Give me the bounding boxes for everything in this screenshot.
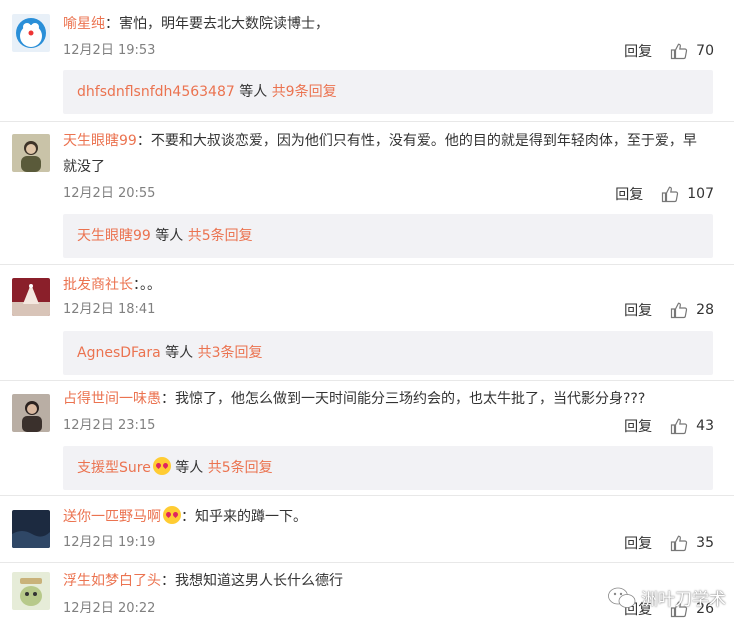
- comment-username[interactable]: 送你一匹野马啊: [63, 509, 161, 525]
- total-replies-link[interactable]: 共3条回复: [198, 345, 263, 361]
- divider: [0, 495, 734, 496]
- sub-reply-text: 等人: [234, 84, 272, 100]
- avatar[interactable]: [12, 14, 50, 52]
- divider: [0, 562, 734, 563]
- total-replies-link[interactable]: 共9条回复: [272, 84, 337, 100]
- comment-timestamp: 12月2日 19:53: [63, 43, 156, 58]
- avatar[interactable]: [12, 510, 50, 548]
- comment-timestamp: 12月2日 20:55: [63, 186, 156, 201]
- reply-button[interactable]: 回复: [624, 300, 652, 320]
- comment-username[interactable]: 占得世间一味愚: [63, 391, 161, 407]
- comment-text: 占得世间一味愚：我惊了，他怎么做到一天时间能分三场约会的，也太牛批了，当代影分身…: [63, 386, 720, 412]
- comment-text: 批发商社长：。。: [63, 272, 720, 298]
- sub-replies-box[interactable]: 支援型Sure 等人 共5条回复: [63, 446, 713, 490]
- total-replies-link[interactable]: 共5条回复: [208, 460, 273, 476]
- sub-reply-username[interactable]: 支援型Sure: [77, 460, 151, 476]
- comment-body: ：。。: [133, 277, 161, 293]
- thumbs-up-icon[interactable]: [661, 185, 679, 203]
- sub-reply-text: 等人: [160, 345, 198, 361]
- comment-timestamp: 12月2日 19:19: [63, 535, 156, 550]
- comment-timestamp: 12月2日 23:15: [63, 418, 156, 433]
- comment-username[interactable]: 天生眼瞎99: [63, 133, 137, 149]
- comment-body: ：害怕，明年要去北大数院读博士，: [105, 16, 329, 32]
- comment-body: ：我惊了，他怎么做到一天时间能分三场约会的，也太牛批了，当代影分身???: [161, 391, 646, 407]
- like-count: 107: [687, 186, 714, 202]
- like-count: 70: [696, 43, 714, 59]
- watermark: 洲叶刀学术: [607, 585, 726, 610]
- sub-replies-box[interactable]: AgnesDFara 等人 共3条回复: [63, 331, 713, 375]
- comment-body: ：知乎来的蹲一下。: [181, 509, 307, 525]
- reply-button[interactable]: 回复: [624, 533, 652, 553]
- like-count: 28: [696, 302, 714, 318]
- avatar[interactable]: [12, 278, 50, 316]
- comment-timestamp: 12月2日 20:22: [63, 601, 156, 616]
- comment-text: 喻星纯：害怕，明年要去北大数院读博士，: [63, 11, 720, 37]
- divider: [0, 121, 734, 122]
- comment-actions: 回复 35: [624, 533, 714, 553]
- comment-body: ：不要和大叔谈恋爱，因为他们只有性，没有爱。他的目的就是得到年轻肉体，至于爱，早…: [63, 133, 697, 175]
- thumbs-up-icon[interactable]: [670, 301, 688, 319]
- divider: [0, 380, 734, 381]
- like-count: 43: [696, 418, 714, 434]
- comment-actions: 回复 43: [624, 416, 714, 436]
- avatar[interactable]: [12, 572, 50, 610]
- thumbs-up-icon[interactable]: [670, 417, 688, 435]
- heart-eyes-emoji-icon: [152, 457, 171, 475]
- wechat-icon: [607, 586, 637, 610]
- thumbs-up-icon[interactable]: [670, 534, 688, 552]
- sub-reply-username[interactable]: AgnesDFara: [77, 345, 161, 361]
- avatar[interactable]: [12, 134, 50, 172]
- thumbs-up-icon[interactable]: [670, 42, 688, 60]
- heart-eyes-emoji-icon: [163, 506, 181, 524]
- sub-reply-username[interactable]: 天生眼瞎99: [77, 228, 151, 244]
- comment-actions: 回复 70: [624, 41, 714, 61]
- reply-button[interactable]: 回复: [624, 41, 652, 61]
- sub-replies-box[interactable]: 天生眼瞎99 等人 共5条回复: [63, 214, 713, 258]
- comment-body: ：我想知道这男人长什么德行: [161, 573, 343, 589]
- comment-actions: 回复 28: [624, 300, 714, 320]
- like-count: 35: [696, 535, 714, 551]
- total-replies-link[interactable]: 共5条回复: [188, 228, 253, 244]
- reply-button[interactable]: 回复: [615, 184, 643, 204]
- sub-reply-text: 等人: [170, 460, 208, 476]
- comment-timestamp: 12月2日 18:41: [63, 302, 156, 317]
- sub-reply-text: 等人: [150, 228, 188, 244]
- comment-username[interactable]: 浮生如梦白了头: [63, 573, 161, 589]
- comment-username[interactable]: 批发商社长: [63, 277, 133, 293]
- comment-actions: 回复 107: [615, 184, 714, 204]
- divider: [0, 264, 734, 265]
- avatar[interactable]: [12, 394, 50, 432]
- watermark-text: 洲叶刀学术: [641, 590, 726, 610]
- sub-replies-box[interactable]: dhfsdnflsnfdh4563487 等人 共9条回复: [63, 70, 713, 114]
- comment-text: 天生眼瞎99：不要和大叔谈恋爱，因为他们只有性，没有爱。他的目的就是得到年轻肉体…: [63, 128, 704, 180]
- sub-reply-username[interactable]: dhfsdnflsnfdh4563487: [77, 84, 235, 100]
- comment-text: 送你一匹野马啊 ：知乎来的蹲一下。: [63, 504, 720, 530]
- comment-username[interactable]: 喻星纯: [63, 16, 105, 32]
- reply-button[interactable]: 回复: [624, 416, 652, 436]
